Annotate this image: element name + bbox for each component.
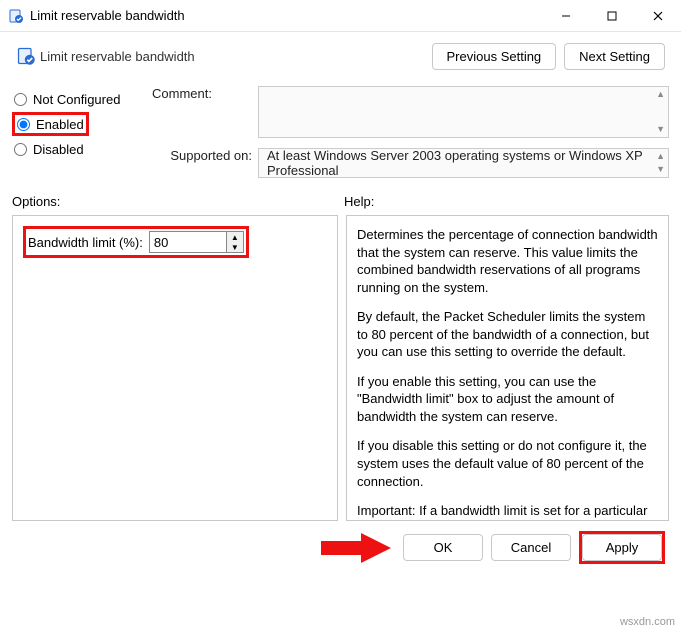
bandwidth-limit-label: Bandwidth limit (%):: [28, 235, 143, 250]
radio-enabled[interactable]: Enabled: [17, 111, 84, 137]
help-paragraph: If you disable this setting or do not co…: [357, 437, 658, 490]
annotation-arrow: [321, 533, 391, 563]
help-paragraph: Determines the percentage of connection …: [357, 226, 658, 296]
radio-disabled[interactable]: Disabled: [12, 136, 152, 162]
supported-label: Supported on:: [152, 148, 252, 163]
radio-disabled-label: Disabled: [33, 142, 84, 157]
bandwidth-limit-stepper[interactable]: ▲ ▼: [149, 231, 244, 253]
bandwidth-limit-input[interactable]: [150, 233, 226, 252]
maximize-button[interactable]: [589, 0, 635, 32]
next-setting-button[interactable]: Next Setting: [564, 43, 665, 70]
spin-up-button[interactable]: ▲: [227, 232, 243, 242]
highlight-apply: Apply: [579, 531, 665, 564]
help-paragraph: By default, the Packet Scheduler limits …: [357, 308, 658, 361]
title-bar: Limit reservable bandwidth: [0, 0, 681, 32]
options-label: Options:: [12, 194, 344, 209]
previous-setting-button[interactable]: Previous Setting: [432, 43, 557, 70]
radio-disabled-input[interactable]: [14, 143, 27, 156]
scroll-down-icon[interactable]: ▼: [656, 165, 665, 174]
scroll-down-icon[interactable]: ▼: [656, 125, 665, 134]
header-row: Limit reservable bandwidth Previous Sett…: [12, 32, 669, 80]
help-label: Help:: [344, 194, 374, 209]
comment-label: Comment:: [152, 86, 252, 101]
help-paragraph: Important: If a bandwidth limit is set f…: [357, 502, 658, 521]
help-paragraph: If you enable this setting, you can use …: [357, 373, 658, 426]
scroll-up-icon[interactable]: ▲: [656, 90, 665, 99]
scroll-up-icon[interactable]: ▲: [656, 152, 665, 161]
highlight-enabled: Enabled: [12, 112, 89, 136]
footer: OK Cancel Apply: [12, 531, 669, 564]
policy-icon-large: [12, 46, 40, 66]
window-title: Limit reservable bandwidth: [30, 8, 543, 23]
radio-not-configured-input[interactable]: [14, 93, 27, 106]
cancel-button[interactable]: Cancel: [491, 534, 571, 561]
radio-enabled-label: Enabled: [36, 117, 84, 132]
policy-subtitle: Limit reservable bandwidth: [40, 49, 432, 64]
options-pane: Bandwidth limit (%): ▲ ▼: [12, 215, 338, 521]
radio-not-configured[interactable]: Not Configured: [12, 86, 152, 112]
highlight-bandwidth-option: Bandwidth limit (%): ▲ ▼: [23, 226, 249, 258]
minimize-button[interactable]: [543, 0, 589, 32]
supported-text: At least Windows Server 2003 operating s…: [267, 148, 660, 178]
ok-button[interactable]: OK: [403, 534, 483, 561]
supported-box: At least Windows Server 2003 operating s…: [258, 148, 669, 178]
apply-button[interactable]: Apply: [582, 534, 662, 561]
watermark: wsxdn.com: [620, 616, 675, 628]
spin-down-button[interactable]: ▼: [227, 242, 243, 252]
radio-enabled-input[interactable]: [17, 118, 30, 131]
state-radio-group: Not Configured Enabled Disabled: [12, 80, 152, 162]
close-button[interactable]: [635, 0, 681, 32]
comment-box[interactable]: ▲ ▼: [258, 86, 669, 138]
policy-icon: [8, 8, 24, 24]
help-pane: Determines the percentage of connection …: [346, 215, 669, 521]
radio-not-configured-label: Not Configured: [33, 92, 120, 107]
